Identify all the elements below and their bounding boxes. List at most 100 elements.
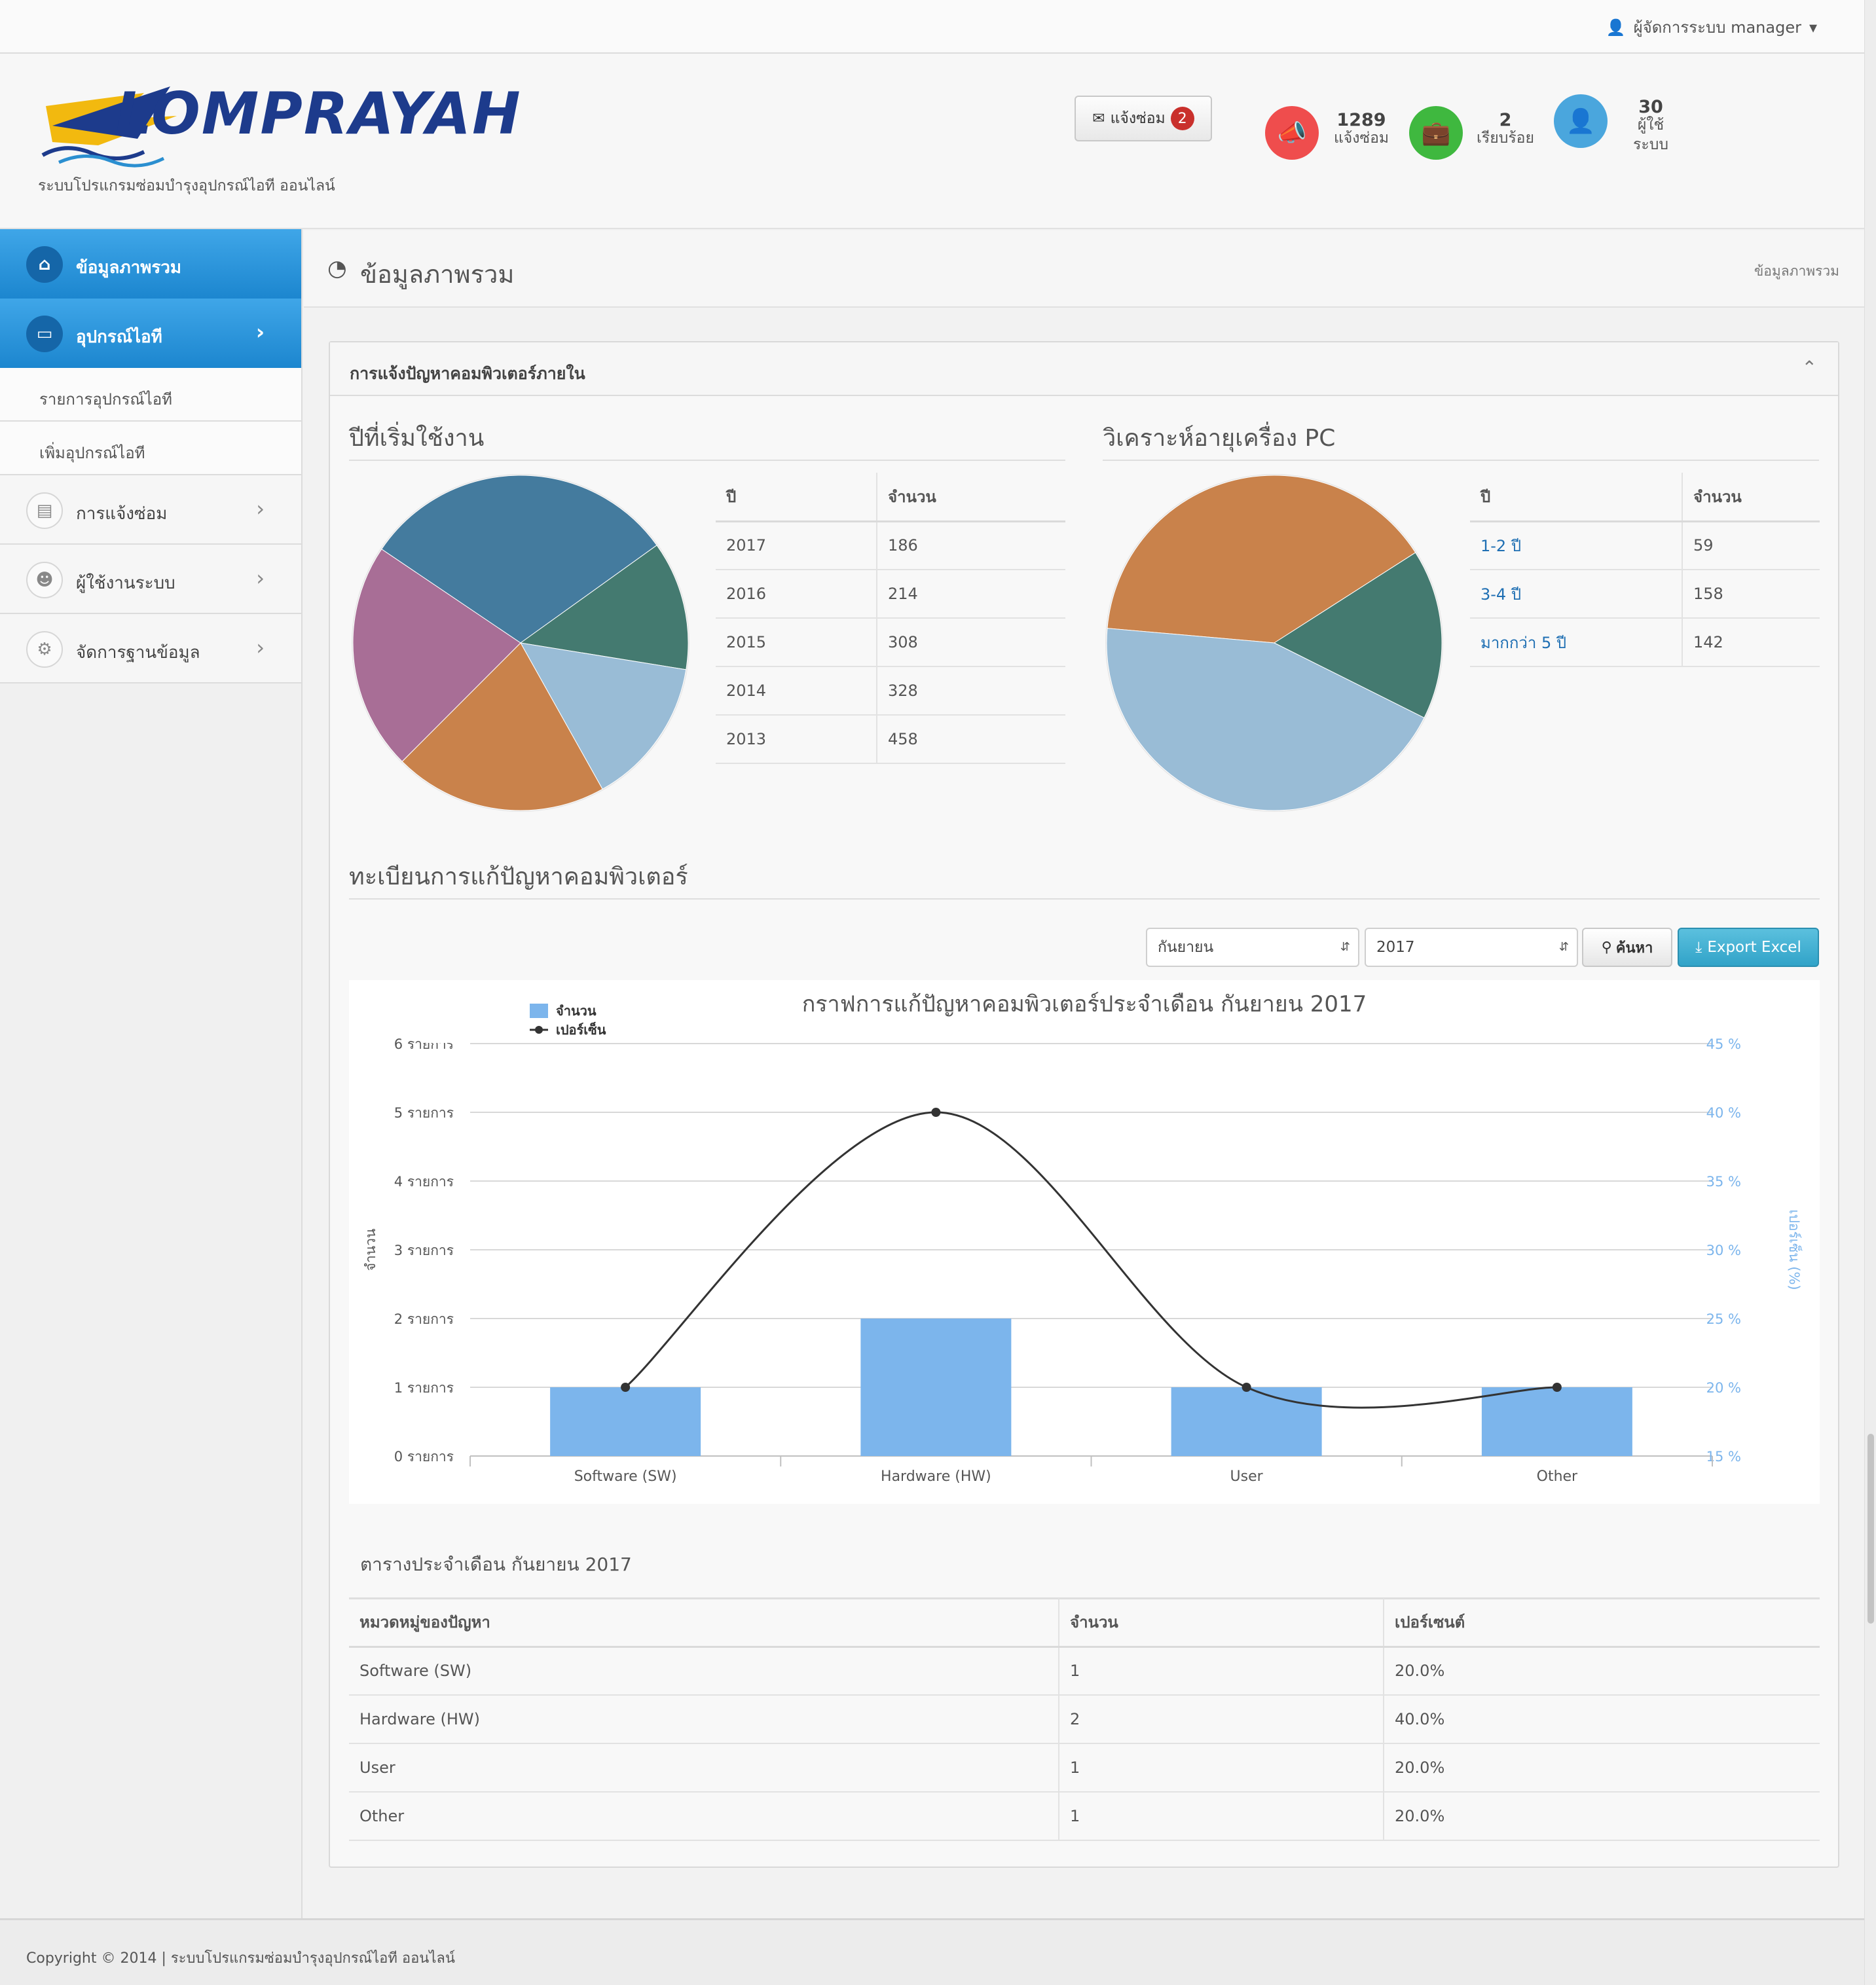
monthly-table: หมวดหมู่ของปัญหา จำนวน เปอร์เซนต์ Softwa… (349, 1598, 1820, 1841)
legend-box (421, 989, 519, 1043)
repair-button-label: แจ้งซ่อม (1110, 110, 1166, 127)
percent-point[interactable] (931, 1108, 941, 1117)
x-tick-label: Hardware (HW) (881, 1468, 991, 1485)
table-row: 2015 308 (716, 618, 1065, 667)
scrollbar-thumb[interactable] (1867, 1434, 1874, 1624)
bar-other[interactable] (1481, 1387, 1632, 1456)
table-header-row: ปี จำนวน (716, 473, 1065, 522)
sidebar-item-database[interactable]: ⚙ จัดการฐานข้อมูล › (0, 614, 301, 683)
stat-users-label-line2: ระบบ (1633, 136, 1668, 153)
bar-hardware-hw-[interactable] (860, 1319, 1012, 1456)
page-title: ข้อมูลภาพรวม (360, 260, 515, 289)
column-header: ปี (1470, 473, 1682, 522)
percent-cell: 40.0% (1383, 1695, 1820, 1744)
year-select-value: 2017 (1376, 939, 1415, 956)
year-select[interactable]: 2017 ⇵ (1365, 928, 1578, 967)
sidebar-item-label: จัดการฐานข้อมูล (76, 643, 200, 663)
monthly-table-title: ตารางประจำเดือน กันยายน 2017 (360, 1554, 632, 1575)
column-header: หมวดหมู่ของปัญหา (349, 1598, 1059, 1648)
sidebar-subitem-add-equipment[interactable]: เพิ่มอุปกรณ์ไอที (0, 422, 301, 475)
user-icon: 👤 (1606, 18, 1626, 37)
count-cell: 1 (1058, 1792, 1384, 1841)
scrollbar[interactable] (1864, 0, 1876, 1985)
sidebar-item-label: ข้อมูลภาพรวม (76, 258, 182, 278)
home-icon: ⌂ (26, 246, 63, 283)
sidebar-item-label: เพิ่มอุปกรณ์ไอที (39, 444, 145, 462)
page-header: ◔ ข้อมูลภาพรวม ข้อมูลภาพรวม (304, 230, 1864, 308)
legend-label-count[interactable]: จำนวน (556, 1003, 597, 1019)
year-cell: 2015 (716, 618, 877, 667)
sidebar-item-users[interactable]: ☻ ผู้ใช้งานระบบ › (0, 545, 301, 614)
y-tick-label: 5 รายการ (394, 1105, 454, 1121)
legend-label-percent[interactable]: เปอร์เซ็น (556, 1021, 606, 1038)
table-row: User 1 20.0% (349, 1743, 1820, 1793)
percent-cell: 20.0% (1383, 1743, 1820, 1793)
pc-age-table: ปี จำนวน 1-2 ปี 59 3-4 ปี 158 มากกว่า 5 ปี… (1470, 473, 1820, 667)
x-tick-label: User (1230, 1468, 1264, 1485)
repair-request-button[interactable]: ✉ แจ้งซ่อม 2 (1075, 96, 1212, 141)
sidebar-item-label: ผู้ใช้งานระบบ (76, 574, 175, 593)
select-arrows-icon: ⇵ (1340, 940, 1350, 954)
table-header-row: ปี จำนวน (1470, 473, 1820, 522)
percent-point[interactable] (1241, 1383, 1251, 1392)
caret-down-icon: ▾ (1809, 18, 1817, 37)
percent-point[interactable] (1552, 1383, 1562, 1392)
percent-point[interactable] (621, 1383, 631, 1392)
bar-software-sw-[interactable] (550, 1387, 701, 1456)
section-title-pc-age: วิเคราะห์อายุเครื่อง PC (1103, 425, 1336, 452)
month-select[interactable]: กันยายน ⇵ (1146, 928, 1359, 967)
sidebar-item-it-equipment[interactable]: ▭ อุปกรณ์ไอที › (0, 299, 301, 368)
x-tick-label: Other (1537, 1468, 1578, 1485)
user-icon[interactable]: 👤 (1554, 94, 1608, 148)
chevron-right-icon: › (256, 496, 265, 521)
panel-title: การแจ้งปัญหาคอมพิวเตอร์ภายใน (350, 364, 585, 383)
count-cell: 214 (876, 570, 1065, 619)
table-row: 2017 186 (716, 521, 1065, 570)
age-link[interactable]: 3-4 ปี (1470, 570, 1682, 619)
percent-cell: 20.0% (1383, 1792, 1820, 1841)
category-cell: User (349, 1743, 1059, 1793)
x-tick-label: Software (SW) (574, 1468, 677, 1485)
chevron-up-icon[interactable]: ⌃ (1802, 357, 1817, 378)
envelope-icon: ✉ (1092, 110, 1105, 127)
y-right-tick-label: 40 % (1706, 1105, 1741, 1121)
divider (349, 460, 1065, 461)
sidebar-item-overview[interactable]: ⌂ ข้อมูลภาพรวม (0, 229, 301, 299)
sidebar-subitem-equipment-list[interactable]: รายการอุปกรณ์ไอที (0, 368, 301, 422)
chevron-right-icon: › (256, 566, 265, 591)
y-right-tick-label: 45 % (1706, 1036, 1741, 1052)
table-row: 2013 458 (716, 715, 1065, 764)
count-cell: 308 (876, 618, 1065, 667)
table-row: Hardware (HW) 2 40.0% (349, 1695, 1820, 1744)
stat-done-label: เรียบร้อย (1477, 130, 1534, 147)
breadcrumb[interactable]: ข้อมูลภาพรวม (1754, 261, 1839, 282)
age-link[interactable]: 1-2 ปี (1470, 521, 1682, 570)
table-row: มากกว่า 5 ปี 142 (1470, 618, 1820, 667)
column-header: ปี (716, 473, 877, 522)
briefcase-icon[interactable]: 💼 (1409, 106, 1463, 160)
select-arrows-icon: ⇵ (1558, 940, 1569, 954)
header: LOMPRAYAH ระบบโปรแกรมซ่อมบำรุงอุปกรณ์ไอท… (0, 54, 1864, 229)
users-icon: ☻ (26, 562, 63, 598)
count-cell: 1 (1058, 1647, 1384, 1696)
megaphone-icon[interactable]: 📣 (1265, 106, 1319, 160)
column-header: จำนวน (876, 473, 1065, 522)
bar-user[interactable] (1171, 1387, 1322, 1456)
sidebar-item-repair[interactable]: ▤ การแจ้งซ่อม › (0, 475, 301, 545)
search-button[interactable]: ⚲ ค้นหา (1582, 928, 1672, 967)
divider (1103, 460, 1819, 461)
export-excel-button[interactable]: ⤓ Export Excel (1678, 928, 1819, 967)
count-cell: 328 (876, 666, 1065, 716)
category-cell: Software (SW) (349, 1647, 1059, 1696)
section-title-repair-log: ทะเบียนการแก้ปัญหาคอมพิวเตอร์ (349, 864, 688, 890)
year-cell: 2014 (716, 666, 877, 716)
table-header-row: หมวดหมู่ของปัญหา จำนวน เปอร์เซนต์ (349, 1598, 1820, 1648)
y-right-tick-label: 20 % (1706, 1380, 1741, 1396)
age-link[interactable]: มากกว่า 5 ปี (1470, 618, 1682, 667)
footer: Copyright © 2014 | ระบบโปรแกรมซ่อมบำรุงอ… (0, 1918, 1864, 1985)
year-cell: 2016 (716, 570, 877, 619)
y-tick-label: 2 รายการ (394, 1311, 454, 1327)
site-subtitle: ระบบโปรแกรมซ่อมบำรุงอุปกรณ์ไอที ออนไลน์ (38, 177, 335, 194)
user-menu[interactable]: 👤 ผู้จัดการระบบ manager ▾ (1606, 14, 1817, 40)
repair-count-badge: 2 (1170, 107, 1194, 130)
